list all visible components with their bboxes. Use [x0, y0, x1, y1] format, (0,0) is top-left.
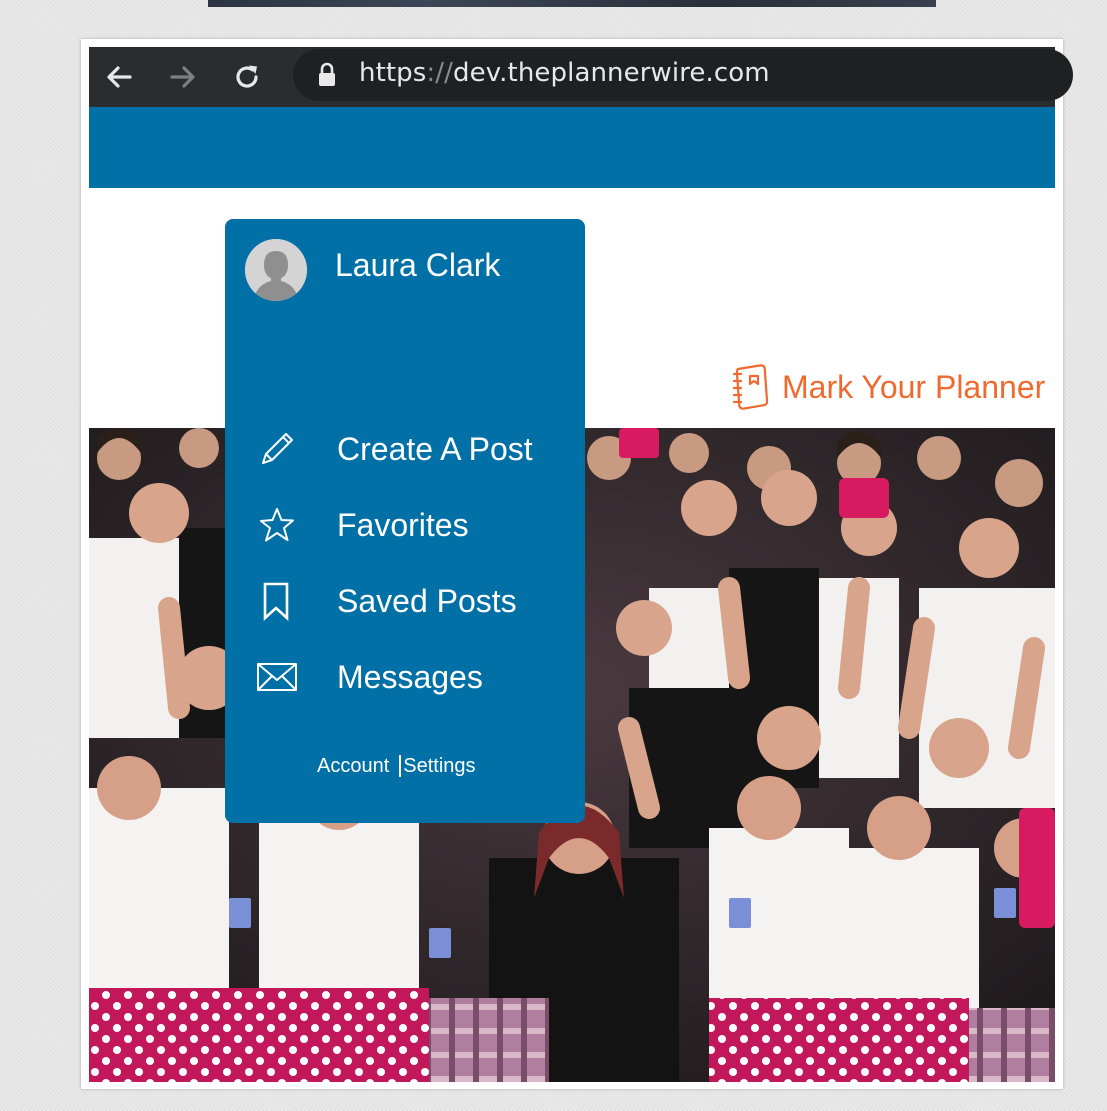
- back-button[interactable]: [101, 59, 137, 95]
- mark-your-planner-label: Mark Your Planner: [782, 368, 1046, 405]
- url-scheme: https: [359, 58, 427, 88]
- reload-button[interactable]: [229, 59, 265, 95]
- link-divider: [399, 755, 402, 777]
- pencil-icon: [255, 427, 299, 471]
- menu-item-label: Favorites: [337, 506, 469, 543]
- settings-link[interactable]: Settings: [403, 755, 475, 778]
- lock-icon: [317, 61, 337, 89]
- menu-item-label: Messages: [337, 658, 483, 695]
- menu-item-saved-posts[interactable]: Saved Posts: [255, 576, 575, 626]
- envelope-icon: [255, 655, 299, 699]
- forward-button[interactable]: [165, 59, 201, 95]
- back-arrow-icon: [107, 66, 132, 88]
- browser-toolbar: https://dev.theplannerwire.com: [89, 47, 1073, 107]
- menu-item-favorites[interactable]: Favorites: [255, 500, 575, 550]
- planner-notebook-icon: [732, 364, 769, 410]
- url-text[interactable]: https://dev.theplannerwire.com: [359, 51, 770, 95]
- avatar[interactable]: [245, 239, 307, 301]
- menu-item-label: Create A Post: [337, 430, 533, 467]
- account-link[interactable]: Account: [317, 755, 389, 778]
- mark-your-planner-link[interactable]: Mark Your Planner: [730, 364, 1045, 410]
- top-image-strip: [208, 0, 936, 7]
- default-user-icon: [245, 239, 307, 301]
- user-dropdown-menu: Laura Clark Create A Post Favorites Save: [225, 219, 585, 823]
- url-host: dev.theplannerwire.com: [453, 58, 770, 88]
- site-header: [89, 107, 1055, 188]
- menu-item-messages[interactable]: Messages: [255, 652, 575, 702]
- forward-arrow-icon: [170, 66, 195, 88]
- menu-item-label: Saved Posts: [337, 582, 517, 619]
- user-name[interactable]: Laura Clark: [335, 247, 500, 284]
- reload-icon: [236, 65, 258, 88]
- menu-item-create-post[interactable]: Create A Post: [255, 424, 575, 474]
- bookmark-icon: [255, 579, 299, 623]
- star-icon: [255, 503, 299, 547]
- url-separator: ://: [426, 58, 454, 88]
- account-settings-links: Account Settings: [317, 753, 476, 779]
